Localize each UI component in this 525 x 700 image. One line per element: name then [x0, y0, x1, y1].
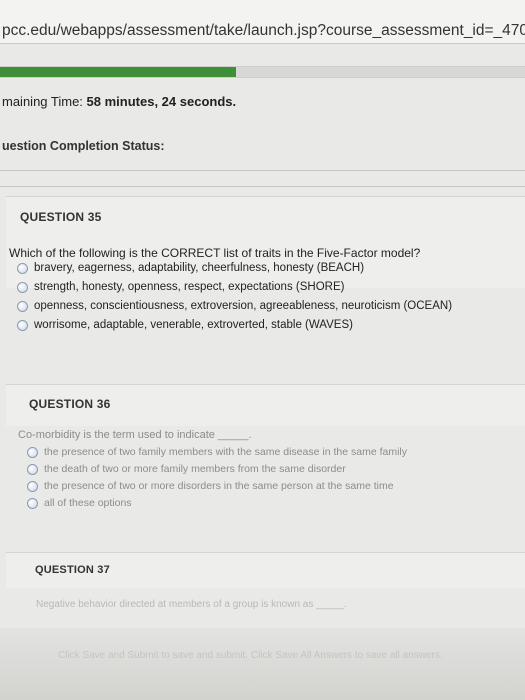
question-36-option[interactable]: all of these options — [27, 497, 132, 509]
footer-instructions: Click Save and Submit to save and submit… — [58, 650, 443, 661]
question-36-text: Co-morbidity is the term used to indicat… — [18, 429, 252, 441]
option-label: strength, honesty, openness, respect, ex… — [34, 281, 345, 293]
radio-button[interactable] — [17, 281, 28, 293]
option-label: the presence of two family members with … — [44, 446, 407, 458]
remaining-time: maining Time: 58 minutes, 24 seconds. — [2, 94, 236, 109]
question-35-option[interactable]: worrisome, adaptable, venerable, extrove… — [17, 319, 353, 331]
option-label: openness, conscientiousness, extroversio… — [34, 300, 453, 312]
remaining-time-label: maining Time: — [2, 94, 83, 109]
question-35-text: Which of the following is the CORRECT li… — [9, 246, 421, 260]
option-label: the death of two or more family members … — [44, 463, 346, 475]
question-completion-status: uestion Completion Status: — [2, 139, 165, 153]
option-label: bravery, eagerness, adaptability, cheerf… — [34, 262, 365, 274]
footer-area — [0, 628, 525, 700]
url-text: pcc.edu/webapps/assessment/take/launch.j… — [2, 22, 525, 39]
remaining-time-value: 58 minutes, 24 seconds. — [86, 94, 237, 109]
address-bar[interactable]: pcc.edu/webapps/assessment/take/launch.j… — [0, 0, 525, 44]
question-35-option[interactable]: openness, conscientiousness, extroversio… — [17, 300, 452, 312]
question-36-option[interactable]: the presence of two or more disorders in… — [27, 480, 394, 492]
question-35-header: QUESTION 35 — [20, 210, 102, 224]
radio-button[interactable] — [27, 480, 38, 492]
question-35-option[interactable]: bravery, eagerness, adaptability, cheerf… — [17, 262, 364, 274]
divider — [0, 170, 525, 171]
radio-button[interactable] — [27, 497, 38, 509]
option-label: the presence of two or more disorders in… — [44, 480, 394, 492]
radio-button[interactable] — [17, 319, 28, 331]
radio-button[interactable] — [27, 463, 38, 475]
question-35-option[interactable]: strength, honesty, openness, respect, ex… — [17, 281, 344, 293]
radio-button[interactable] — [17, 300, 28, 312]
radio-button[interactable] — [17, 262, 28, 274]
progress-fill — [0, 67, 237, 77]
question-37-header: QUESTION 37 — [35, 564, 110, 576]
question-37-text: Negative behavior directed at members of… — [36, 599, 347, 610]
progress-bar — [0, 66, 525, 78]
radio-button[interactable] — [27, 446, 38, 458]
option-label: all of these options — [44, 497, 132, 509]
divider — [0, 186, 525, 187]
question-36-option[interactable]: the presence of two family members with … — [27, 446, 407, 458]
option-label: worrisome, adaptable, venerable, extrove… — [34, 319, 353, 331]
question-36-header: QUESTION 36 — [29, 397, 111, 411]
question-36-option[interactable]: the death of two or more family members … — [27, 463, 346, 475]
